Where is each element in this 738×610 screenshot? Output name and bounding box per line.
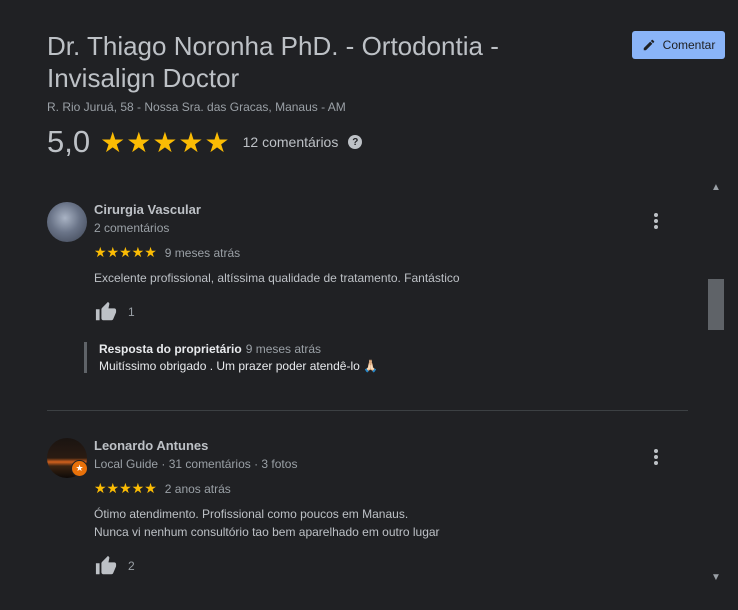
average-rating: 5,0	[47, 124, 91, 159]
comment-button-label: Comentar	[662, 38, 716, 52]
review-time: 2 anos atrás	[164, 481, 231, 496]
reviews-count[interactable]: 12 comentários	[243, 134, 339, 150]
review-author[interactable]: Cirurgia Vascular	[94, 202, 654, 218]
help-icon[interactable]: ?	[348, 135, 363, 149]
review-text: Excelente profissional, altíssima qualid…	[94, 271, 460, 285]
scroll-down-icon[interactable]: ▼	[707, 570, 725, 584]
review-text: Ótimo atendimento. Profissional como pou…	[94, 505, 654, 541]
pencil-icon	[643, 39, 654, 51]
owner-reply-time: 9 meses atrás	[245, 342, 322, 356]
scrollbar-thumb[interactable]	[708, 279, 724, 330]
review-stars: ★★★★★	[94, 244, 157, 260]
review-stars: ★★★★★	[94, 480, 157, 496]
thumbs-up-icon[interactable]	[94, 301, 118, 323]
scroll-up-icon[interactable]: ▲	[707, 180, 725, 194]
place-title: Dr. Thiago Noronha PhD. - Ortodontia - I…	[47, 31, 499, 93]
rating-summary: 5,0 ★★★★★ 12 comentários ?	[47, 124, 363, 160]
comment-button[interactable]: Comentar	[632, 31, 725, 59]
review-author-meta: 2 comentários	[94, 221, 170, 235]
scrollbar[interactable]: ▲ ▼	[707, 180, 725, 584]
like-control[interactable]: 2	[94, 555, 654, 577]
review-divider	[47, 410, 688, 411]
avatar[interactable]	[47, 202, 87, 242]
owner-reply: Resposta do proprietário 9 meses atrás Mu…	[84, 342, 619, 373]
review-time: 9 meses atrás	[164, 245, 241, 260]
owner-reply-text: Muitíssimo obrigado . Um prazer poder at…	[99, 359, 379, 373]
more-options-icon[interactable]	[650, 213, 662, 229]
review-author-meta: Local Guide · 31 comentários · 3 fotos	[94, 457, 298, 471]
review-author[interactable]: Leonardo Antunes	[94, 438, 654, 454]
thumbs-up-icon[interactable]	[94, 555, 118, 577]
review-text-line: Ótimo atendimento. Profissional como pou…	[94, 507, 409, 521]
review-text-line: Nunca vi nenhum consultório tao bem apar…	[94, 525, 440, 539]
place-address: R. Rio Juruá, 58 - Nossa Sra. das Gracas…	[47, 100, 346, 114]
like-control[interactable]: 1	[94, 301, 654, 323]
like-count: 1	[128, 305, 135, 319]
place-header: Dr. Thiago Noronha PhD. - Ortodontia - I…	[47, 30, 587, 114]
like-count: 2	[128, 559, 135, 573]
more-options-icon[interactable]	[650, 449, 662, 465]
rating-stars: ★★★★★	[100, 126, 231, 158]
owner-reply-label: Resposta do proprietário	[99, 342, 242, 356]
local-guide-badge-icon: ★	[71, 460, 88, 477]
